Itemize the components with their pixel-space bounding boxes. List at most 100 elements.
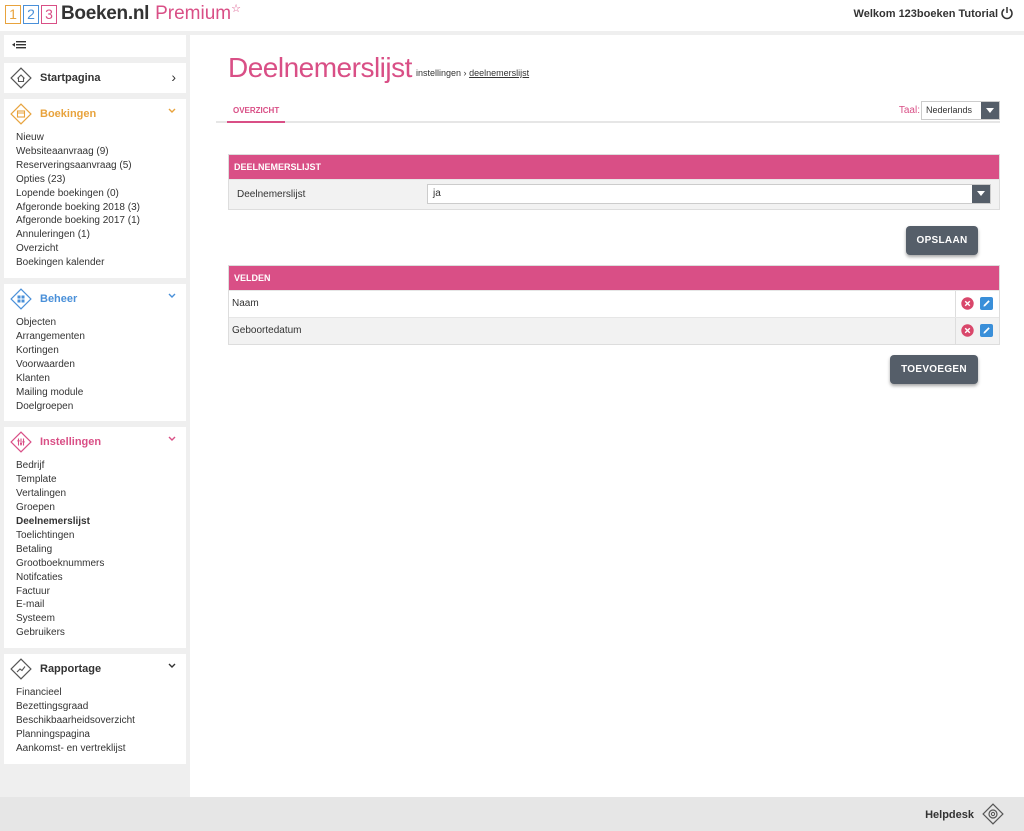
edit-icon[interactable] [980,297,993,310]
page-title: Deelnemerslijst [228,52,412,83]
sidebar-item-annuleringen[interactable]: Annuleringen (1) [16,228,186,242]
sidebar-title-instellingen: Instellingen [40,436,102,449]
sidebar-title-startpagina: Startpagina [40,72,101,84]
sidebar-item-factuur[interactable]: Factuur [16,585,186,599]
breadcrumb: instellingen › deelnemerslijst [416,68,529,78]
sidebar-item-bezettingsgraad[interactable]: Bezettingsgraad [16,700,186,714]
calendar-icon [10,103,32,125]
sidebar-item-vertalingen[interactable]: Vertalingen [16,487,186,501]
logo-digit-1: 1 [5,4,21,24]
sidebar-item-opties[interactable]: Opties (23) [16,173,186,187]
sidebar-title-rapportage: Rapportage [40,663,102,676]
sidebar-item-gebruikers[interactable]: Gebruikers [16,626,186,640]
sidebar-item-kortingen[interactable]: Kortingen [16,344,186,358]
logo[interactable]: 1 2 3 Boeken.nl Premium ☆ [5,3,241,25]
sidebar-head-instellingen[interactable]: Instellingen [4,427,186,457]
sidebar-item-notifcaties[interactable]: Notifcaties [16,571,186,585]
sidebar-item-bedrijf[interactable]: Bedrijf [16,459,186,473]
sidebar-head-rapportage[interactable]: Rapportage [4,654,186,684]
sidebar-item-groepen[interactable]: Groepen [16,501,186,515]
sidebar-item-objecten[interactable]: Objecten [16,316,186,330]
row-actions [955,291,999,317]
sidebar-item-financieel[interactable]: Financieel [16,686,186,700]
edit-icon[interactable] [980,324,993,337]
star-icon: ☆ [231,2,241,15]
sidebar-items-boekingen: Nieuw Websiteaanvraag (9) Reserveringsaa… [4,129,186,278]
chevron-right-icon: › [171,69,176,85]
sidebar-item-arrangementen[interactable]: Arrangementen [16,330,186,344]
helpdesk-icon[interactable] [982,803,1004,825]
logo-digit-2: 2 [23,4,39,24]
add-button[interactable]: TOEVOEGEN [890,355,978,384]
field-name: Geboortedatum [232,325,302,336]
delete-icon[interactable] [961,324,974,337]
sidebar-item-mailing-module[interactable]: Mailing module [16,386,186,400]
field-name: Naam [232,298,259,309]
breadcrumb-parent[interactable]: instellingen [416,68,461,78]
sidebar-item-planningspagina[interactable]: Planningspagina [16,728,186,742]
breadcrumb-separator: › [463,68,467,78]
welcome-text: Welkom 123boeken Tutorial [853,8,998,20]
tab-bar: OVERZICHT [216,101,1000,123]
sidebar-item-klanten[interactable]: Klanten [16,372,186,386]
logo-premium: Premium [155,3,232,24]
deelnemerslijst-select-value: ja [433,188,441,199]
sidebar-item-toelichtingen[interactable]: Toelichtingen [16,529,186,543]
table-row: Geboortedatum [229,317,999,344]
tab-overzicht[interactable]: OVERZICHT [227,105,286,123]
sidebar-title-boekingen: Boekingen [40,108,97,120]
sidebar-item-betaling[interactable]: Betaling [16,543,186,557]
sidebar-item-websiteaanvraag[interactable]: Websiteaanvraag (9) [16,145,186,159]
sidebar-head-beheer[interactable]: Beheer [4,284,186,314]
sidebar-item-reserveringsaanvraag[interactable]: Reserveringsaanvraag (5) [16,159,186,173]
sidebar-head-startpagina[interactable]: Startpagina › [4,63,186,93]
sidebar-title-beheer: Beheer [40,293,78,306]
sidebar-item-boekingen-kalender[interactable]: Boekingen kalender [16,256,186,270]
delete-icon[interactable] [961,297,974,310]
sidebar-section-beheer: Beheer Objecten Arrangementen Kortingen … [4,284,186,422]
sidebar-item-deelnemerslijst[interactable]: Deelnemerslijst [16,515,186,529]
sidebar-item-doelgroepen[interactable]: Doelgroepen [16,400,186,414]
caret-down-icon [972,185,990,203]
sidebar-item-systeem[interactable]: Systeem [16,612,186,626]
deelnemerslijst-panel-header: DEELNEMERSLIJST [229,155,999,179]
home-icon [10,67,32,89]
sidebar-item-email[interactable]: E-mail [16,598,186,612]
sidebar-item-lopende-boekingen[interactable]: Lopende boekingen (0) [16,187,186,201]
sidebar: Startpagina › Boekingen Nieuw Websiteaan… [4,35,186,770]
chevron-down-icon [168,436,176,442]
sliders-icon [10,431,32,454]
sidebar-items-beheer: Objecten Arrangementen Kortingen Voorwaa… [4,314,186,421]
hamburger-icon [12,41,26,49]
helpdesk-link[interactable]: Helpdesk [925,809,974,821]
breadcrumb-current[interactable]: deelnemerslijst [469,68,529,78]
sidebar-item-aankomst-vertreklijst[interactable]: Aankomst- en vertreklijst [16,742,186,756]
caret-down-icon [981,102,999,119]
sidebar-item-afgeronde-2018[interactable]: Afgeronde boeking 2018 (3) [16,201,186,215]
save-button[interactable]: OPSLAAN [906,226,978,255]
language-select[interactable]: Nederlands [921,101,1000,120]
chevron-down-icon [168,663,176,669]
table-row: Naam [229,290,999,317]
menu-toggle[interactable] [4,35,186,57]
sidebar-item-template[interactable]: Template [16,473,186,487]
deelnemerslijst-select[interactable]: ja [427,184,991,204]
main-content: Deelnemerslijst instellingen › deelnemer… [190,35,1024,797]
language-label: Taal: [898,105,920,116]
sidebar-item-afgeronde-2017[interactable]: Afgeronde boeking 2017 (1) [16,214,186,228]
sidebar-item-voorwaarden[interactable]: Voorwaarden [16,358,186,372]
sidebar-item-beschikbaarheidsoverzicht[interactable]: Beschikbaarheidsoverzicht [16,714,186,728]
logo-digit-3: 3 [41,4,57,24]
sidebar-item-nieuw[interactable]: Nieuw [16,131,186,145]
chevron-down-icon [168,293,176,299]
sidebar-item-grootboeknummers[interactable]: Grootboeknummers [16,557,186,571]
sidebar-head-boekingen[interactable]: Boekingen [4,99,186,129]
velden-panel-header: VELDEN [229,266,999,290]
language-select-value: Nederlands [926,105,973,115]
power-icon[interactable] [1000,6,1014,20]
sidebar-item-overzicht[interactable]: Overzicht [16,242,186,256]
sidebar-items-instellingen: Bedrijf Template Vertalingen Groepen Dee… [4,457,186,648]
velden-panel: VELDEN Naam Geboortedatum [228,265,1000,345]
deelnemerslijst-panel: DEELNEMERSLIJST Deelnemerslijst ja [228,154,1000,210]
sidebar-items-rapportage: Financieel Bezettingsgraad Beschikbaarhe… [4,684,186,764]
